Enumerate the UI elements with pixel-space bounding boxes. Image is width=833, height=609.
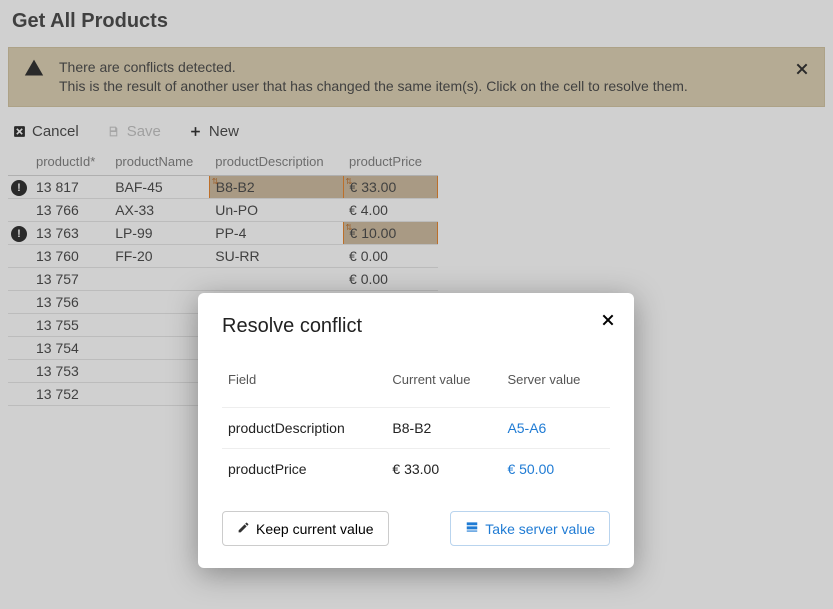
row-flag-cell xyxy=(8,359,30,382)
cell-id[interactable]: 13 817 xyxy=(30,175,109,198)
conflict-row: productDescriptionB8-B2A5-A6 xyxy=(222,408,610,449)
conflict-row-icon: ! xyxy=(11,226,27,242)
table-row[interactable]: 13 760FF-20SU-RR€ 0.00 xyxy=(8,244,438,267)
dialog-close-button[interactable] xyxy=(600,311,616,334)
keep-current-value-button[interactable]: Keep current value xyxy=(222,511,389,546)
cancel-icon xyxy=(12,125,26,138)
save-label: Save xyxy=(127,123,161,140)
conflict-table: Field Current value Server value product… xyxy=(222,364,610,489)
row-flag-cell: ! xyxy=(8,175,30,198)
table-row[interactable]: !13 763LP-99PP-4⇅€ 10.00 xyxy=(8,221,438,244)
cell-name[interactable] xyxy=(109,313,209,336)
conflict-field: productPrice xyxy=(222,449,386,490)
cancel-button[interactable]: Cancel xyxy=(12,123,79,140)
new-label: New xyxy=(209,123,239,140)
alert-close-button[interactable] xyxy=(794,60,810,83)
col-productId[interactable]: productId* xyxy=(30,150,109,176)
plus-icon xyxy=(189,125,203,138)
conflict-cell-marker: ⇅ xyxy=(346,177,353,186)
save-icon xyxy=(107,125,121,138)
cell-id[interactable]: 13 760 xyxy=(30,244,109,267)
cell-id[interactable]: 13 753 xyxy=(30,359,109,382)
col-productDescription[interactable]: productDescription xyxy=(209,150,343,176)
row-flag-cell xyxy=(8,336,30,359)
conflict-server[interactable]: A5-A6 xyxy=(501,408,610,449)
cell-price[interactable]: € 0.00 xyxy=(343,244,437,267)
alert-line1: There are conflicts detected. xyxy=(59,58,688,77)
cell-desc[interactable]: PP-4 xyxy=(209,221,343,244)
cell-name[interactable]: FF-20 xyxy=(109,244,209,267)
cell-price[interactable]: ⇅€ 33.00 xyxy=(343,175,437,198)
row-flag-cell xyxy=(8,290,30,313)
row-flag-cell xyxy=(8,267,30,290)
cell-name[interactable]: BAF-45 xyxy=(109,175,209,198)
take-server-value-button[interactable]: Take server value xyxy=(450,511,610,546)
cell-text: € 33.00 xyxy=(350,179,397,195)
row-flag-cell xyxy=(8,244,30,267)
cell-name[interactable] xyxy=(109,267,209,290)
cell-id[interactable]: 13 766 xyxy=(30,198,109,221)
dlg-col-current: Current value xyxy=(386,364,501,408)
page-title: Get All Products xyxy=(12,10,825,33)
dlg-col-server: Server value xyxy=(501,364,610,408)
pencil-icon xyxy=(237,521,250,537)
dlg-col-field: Field xyxy=(222,364,386,408)
row-flag-cell xyxy=(8,382,30,405)
warning-icon xyxy=(23,58,45,78)
cell-desc[interactable]: ⇅B8-B2 xyxy=(209,175,343,198)
dialog-title: Resolve conflict xyxy=(222,315,610,338)
cell-id[interactable]: 13 752 xyxy=(30,382,109,405)
cancel-label: Cancel xyxy=(32,123,79,140)
conflict-row: productPrice€ 33.00€ 50.00 xyxy=(222,449,610,490)
cell-name[interactable]: LP-99 xyxy=(109,221,209,244)
cell-id[interactable]: 13 763 xyxy=(30,221,109,244)
cell-text: € 10.00 xyxy=(350,225,397,241)
cell-name[interactable] xyxy=(109,382,209,405)
new-button[interactable]: New xyxy=(189,123,239,140)
table-row[interactable]: !13 817BAF-45⇅B8-B2⇅€ 33.00 xyxy=(8,175,438,198)
table-row[interactable]: 13 766AX-33Un-PO€ 4.00 xyxy=(8,198,438,221)
cell-desc[interactable]: Un-PO xyxy=(209,198,343,221)
conflict-alert: There are conflicts detected. This is th… xyxy=(8,47,825,107)
conflict-current: B8-B2 xyxy=(386,408,501,449)
col-productPrice[interactable]: productPrice xyxy=(343,150,437,176)
cell-desc[interactable]: SU-RR xyxy=(209,244,343,267)
cell-price[interactable]: ⇅€ 10.00 xyxy=(343,221,437,244)
conflict-cell-marker: ⇅ xyxy=(346,223,353,232)
conflict-server[interactable]: € 50.00 xyxy=(501,449,610,490)
conflict-current: € 33.00 xyxy=(386,449,501,490)
cell-id[interactable]: 13 756 xyxy=(30,290,109,313)
toolbar: Cancel Save New xyxy=(8,107,825,150)
col-productName[interactable]: productName xyxy=(109,150,209,176)
cell-id[interactable]: 13 754 xyxy=(30,336,109,359)
cell-name[interactable] xyxy=(109,290,209,313)
conflict-row-icon: ! xyxy=(11,180,27,196)
keep-current-label: Keep current value xyxy=(256,521,374,537)
alert-line2: This is the result of another user that … xyxy=(59,77,688,96)
cell-name[interactable]: AX-33 xyxy=(109,198,209,221)
conflict-cell-marker: ⇅ xyxy=(212,177,219,186)
table-row[interactable]: 13 757 € 0.00 xyxy=(8,267,438,290)
resolve-conflict-dialog: Resolve conflict Field Current value Ser… xyxy=(198,293,634,568)
row-flag-cell: ! xyxy=(8,221,30,244)
server-icon xyxy=(465,520,479,537)
cell-desc[interactable] xyxy=(209,267,343,290)
cell-id[interactable]: 13 755 xyxy=(30,313,109,336)
cell-id[interactable]: 13 757 xyxy=(30,267,109,290)
row-flag-cell xyxy=(8,198,30,221)
row-flag-cell xyxy=(8,313,30,336)
cell-text: B8-B2 xyxy=(216,179,255,195)
cell-price[interactable]: € 0.00 xyxy=(343,267,437,290)
cell-name[interactable] xyxy=(109,336,209,359)
cell-name[interactable] xyxy=(109,359,209,382)
conflict-field: productDescription xyxy=(222,408,386,449)
take-server-label: Take server value xyxy=(485,521,595,537)
cell-price[interactable]: € 4.00 xyxy=(343,198,437,221)
save-button: Save xyxy=(107,123,161,140)
